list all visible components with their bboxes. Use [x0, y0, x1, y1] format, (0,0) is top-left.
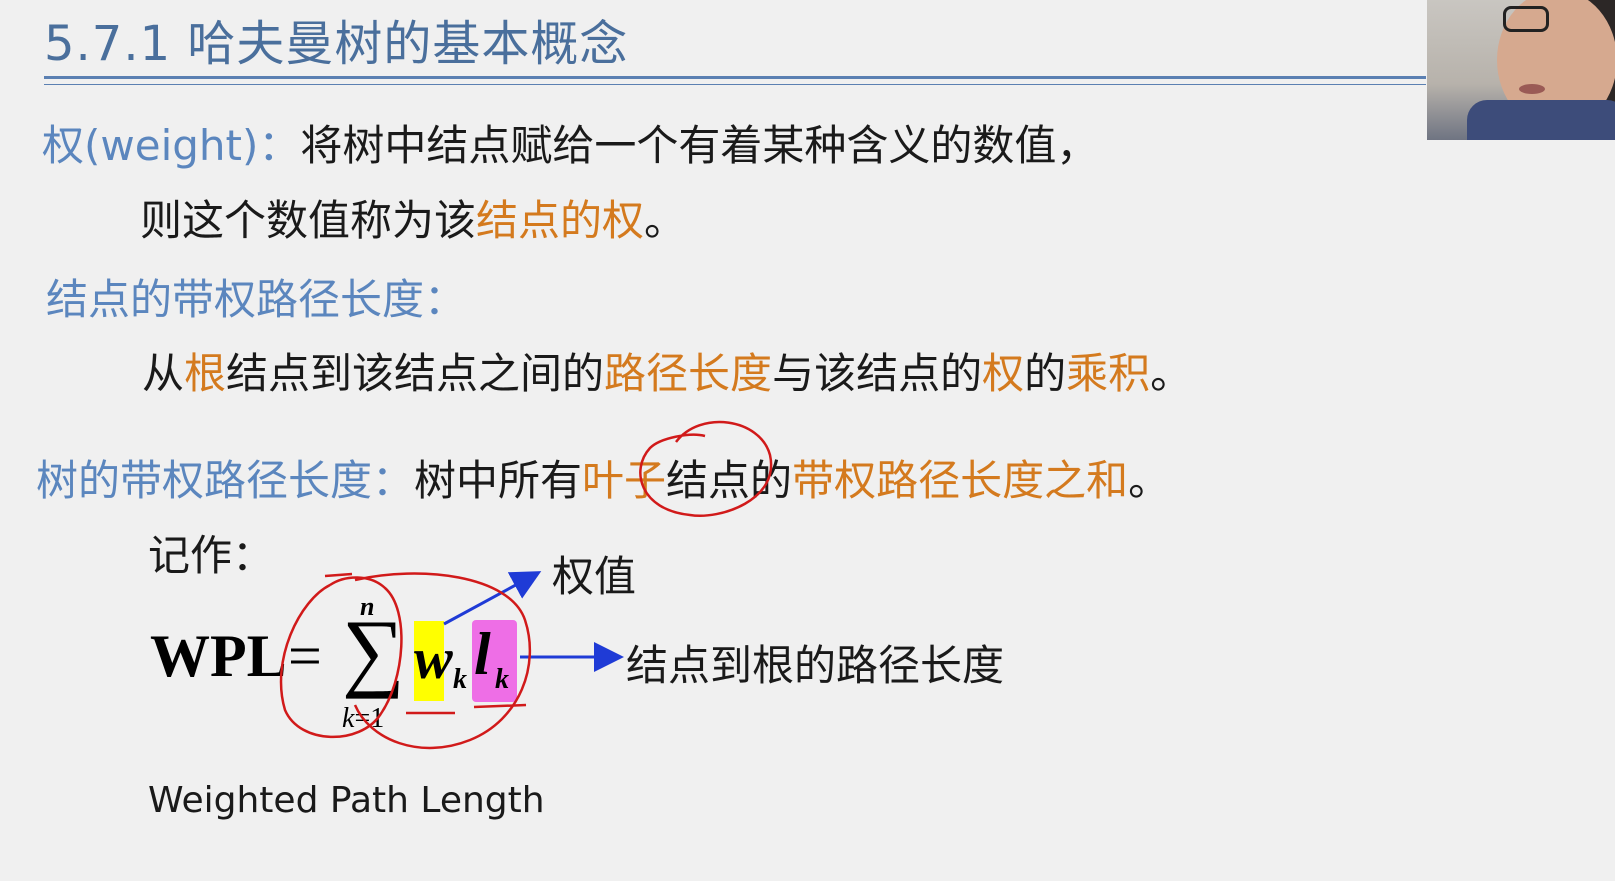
terms-circle-mark: [353, 572, 532, 750]
presenter-shirt: [1467, 100, 1615, 140]
slide: 5.7.1 哈夫曼树的基本概念 权(weight)：将树中结点赋给一个有着某种含…: [0, 0, 1615, 881]
path-underline: [473, 703, 527, 709]
leaf-circle-mark: [639, 420, 773, 517]
presenter-mouth: [1519, 84, 1545, 94]
glasses-icon: [1503, 6, 1549, 32]
weight-arrow: [443, 571, 542, 626]
presenter-video: [1427, 0, 1615, 140]
sigma-circle-mark: [279, 576, 403, 739]
annotation-overlay: [279, 420, 773, 750]
tick-mark: [324, 572, 353, 578]
